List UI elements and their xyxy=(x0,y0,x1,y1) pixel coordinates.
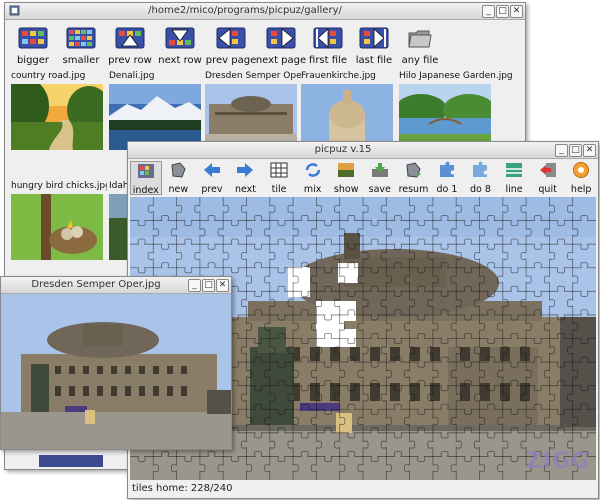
watermark-logo: ZIGG xyxy=(525,449,590,474)
next-page-label: next page xyxy=(255,55,307,66)
prev-page-label: prev page xyxy=(205,55,257,66)
next-row-label: next row xyxy=(158,55,202,66)
toolbar-label: index xyxy=(132,185,159,196)
smaller-button[interactable]: smaller xyxy=(59,27,103,66)
quit-icon xyxy=(539,163,556,177)
puzzle-toolbar: index new prev next tile mix show save resum do 1… xyxy=(128,159,598,196)
toolbar-label: new xyxy=(168,184,189,195)
maximize-button[interactable]: □ xyxy=(202,279,215,292)
smaller-thumbnails-icon xyxy=(66,27,96,49)
any-file-button[interactable]: any file xyxy=(397,27,443,66)
index-grid-button[interactable]: index xyxy=(130,161,162,196)
help-button[interactable]: help xyxy=(566,161,596,195)
gallery-bottom-strip xyxy=(39,455,103,467)
arrow-right-icon xyxy=(237,163,254,177)
toolbar-label: show xyxy=(333,184,359,195)
preview-window: Dresden Semper Oper.jpg _ □ ✕ xyxy=(0,276,232,450)
line-icon xyxy=(506,163,523,177)
gallery-titlebar[interactable]: /home2/mico/programs/picpuz/gallery/ _ □… xyxy=(5,3,525,20)
arrow-left-icon xyxy=(203,163,220,177)
next-row-icon xyxy=(165,27,195,49)
status-bar: tiles home: 228/240 xyxy=(132,483,233,494)
tile-grid-button[interactable]: tile xyxy=(264,161,294,195)
arrow-left-button[interactable]: prev xyxy=(197,161,227,195)
do-eight-button[interactable]: do 8 xyxy=(466,161,496,195)
first-file-icon xyxy=(313,27,343,49)
thumbnail-name: hungry bird chicks.jpg xyxy=(11,181,107,191)
toolbar-label: prev xyxy=(201,184,223,195)
maximize-button[interactable]: □ xyxy=(569,144,582,157)
do-eight-icon xyxy=(473,161,488,177)
minimize-button[interactable]: _ xyxy=(188,279,201,292)
quit-button[interactable]: quit xyxy=(533,161,563,195)
tile-grid-icon xyxy=(270,162,288,178)
first-file-label: first file xyxy=(309,55,347,66)
prev-page-button[interactable]: prev page xyxy=(205,27,257,66)
toolbar-label: quit xyxy=(538,184,557,195)
toolbar-label: do 8 xyxy=(470,184,491,195)
show-image-icon xyxy=(338,163,355,177)
new-puzzle-button[interactable]: new xyxy=(164,161,194,195)
close-button[interactable]: ✕ xyxy=(510,5,523,18)
resume-icon xyxy=(406,162,422,178)
preview-image xyxy=(1,294,231,449)
toolbar-label: next xyxy=(234,184,256,195)
toolbar-label: tile xyxy=(271,184,287,195)
show-image-button[interactable]: show xyxy=(331,161,361,195)
do-one-button[interactable]: do 1 xyxy=(432,161,462,195)
preview-titlebar[interactable]: Dresden Semper Oper.jpg _ □ ✕ xyxy=(1,277,231,294)
prev-row-icon xyxy=(115,27,145,49)
minimize-button[interactable]: _ xyxy=(555,144,568,157)
last-file-button[interactable]: last file xyxy=(351,27,397,66)
last-file-label: last file xyxy=(355,55,393,66)
prev-page-icon xyxy=(216,27,246,49)
thumbnail-name: Dresden Semper Oper.jp xyxy=(205,71,301,81)
app-icon xyxy=(9,5,20,16)
puzzle-titlebar[interactable]: picpuz v.15 _ □ ✕ xyxy=(128,142,598,159)
next-page-icon xyxy=(266,27,296,49)
mix-icon xyxy=(305,163,320,177)
last-file-icon xyxy=(359,27,389,49)
save-button[interactable]: save xyxy=(365,161,395,195)
mix-button[interactable]: mix xyxy=(298,161,328,195)
bigger-label: bigger xyxy=(16,55,50,66)
next-page-button[interactable]: next page xyxy=(255,27,307,66)
bigger-thumbnails-icon xyxy=(18,27,48,49)
any-file-label: any file xyxy=(401,55,439,66)
new-puzzle-icon xyxy=(171,162,186,178)
close-button[interactable]: ✕ xyxy=(216,279,229,292)
minimize-button[interactable]: _ xyxy=(482,5,495,18)
line-button[interactable]: line xyxy=(499,161,529,195)
next-row-button[interactable]: next row xyxy=(157,27,203,66)
toolbar-label: save xyxy=(368,184,391,195)
bigger-button[interactable]: bigger xyxy=(11,27,55,66)
thumbnail-country-road[interactable] xyxy=(11,84,103,150)
resume-button[interactable]: resum xyxy=(398,161,429,195)
do-one-icon xyxy=(439,161,454,177)
toolbar-label: help xyxy=(570,184,592,195)
toolbar-label: do 1 xyxy=(436,184,458,195)
save-icon xyxy=(371,163,388,177)
close-button[interactable]: ✕ xyxy=(583,144,596,157)
smaller-label: smaller xyxy=(62,55,100,66)
thumbnail-bird-chicks[interactable] xyxy=(11,194,103,260)
first-file-button[interactable]: first file xyxy=(305,27,351,66)
thumbnail-name: Denali.jpg xyxy=(109,71,155,81)
toolbar-label: line xyxy=(505,184,523,195)
arrow-right-button[interactable]: next xyxy=(231,161,261,195)
preview-title: Dresden Semper Oper.jpg xyxy=(31,279,161,290)
prev-row-label: prev row xyxy=(108,55,152,66)
index-grid-icon xyxy=(137,164,154,178)
folder-icon xyxy=(408,30,432,48)
thumbnail-name: Frauenkirche.jpg xyxy=(301,71,376,81)
help-icon xyxy=(573,162,590,178)
gallery-title: /home2/mico/programs/picpuz/gallery/ xyxy=(148,5,342,16)
prev-row-button[interactable]: prev row xyxy=(107,27,153,66)
puzzle-title: picpuz v.15 xyxy=(314,144,372,155)
thumbnail-name: Hilo Japanese Garden.jpg xyxy=(399,71,513,81)
toolbar-label: resum xyxy=(398,184,429,195)
toolbar-label: mix xyxy=(303,184,322,195)
maximize-button[interactable]: □ xyxy=(496,5,509,18)
thumbnail-name: country road.jpg xyxy=(11,71,86,81)
